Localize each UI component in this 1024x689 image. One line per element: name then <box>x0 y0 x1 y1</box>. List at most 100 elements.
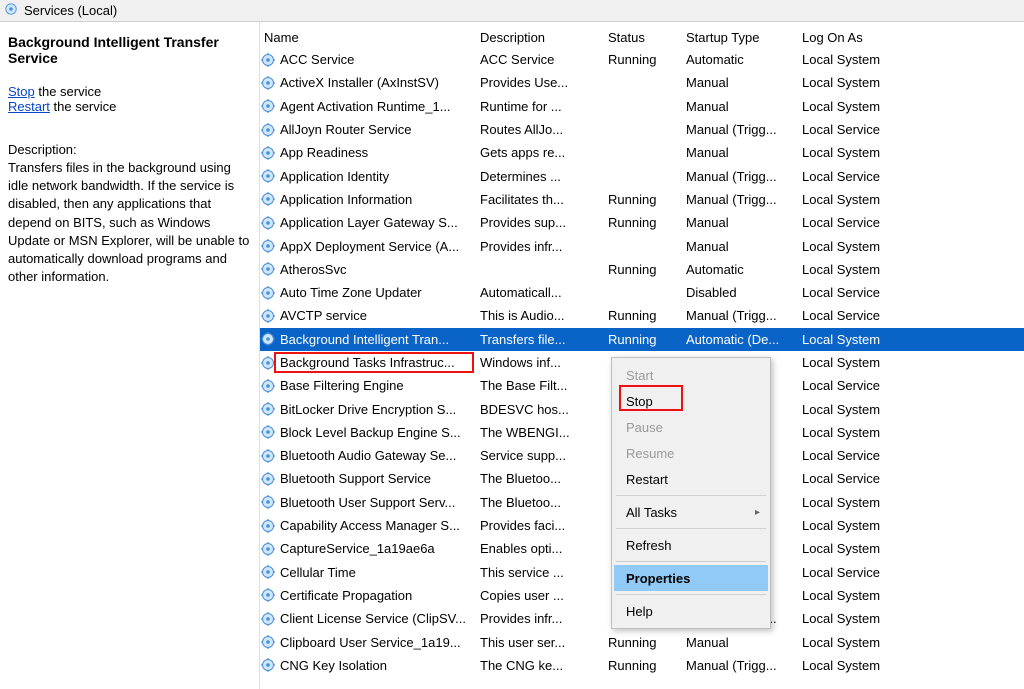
gear-icon <box>260 75 276 91</box>
submenu-arrow-icon: ▸ <box>755 507 760 518</box>
service-name: AllJoyn Router Service <box>280 122 412 137</box>
service-startup: Manual <box>686 239 802 254</box>
service-startup: Manual (Trigg... <box>686 122 802 137</box>
service-logon: Local System <box>802 239 922 254</box>
service-description: The Base Filt... <box>480 378 608 393</box>
gear-icon <box>260 564 276 580</box>
service-logon: Local System <box>802 52 922 67</box>
service-logon: Local Service <box>802 471 922 486</box>
service-name: CaptureService_1a19ae6a <box>280 541 435 556</box>
menu-help[interactable]: Help <box>614 598 768 624</box>
gear-icon <box>260 471 276 487</box>
service-row[interactable]: CNG Key IsolationThe CNG ke...RunningMan… <box>260 654 1024 677</box>
col-description[interactable]: Description <box>480 30 608 45</box>
service-row[interactable]: Application Layer Gateway S...Provides s… <box>260 211 1024 234</box>
service-startup: Manual <box>686 145 802 160</box>
service-logon: Local Service <box>802 308 922 323</box>
service-logon: Local System <box>802 635 922 650</box>
services-icon <box>4 2 18 19</box>
service-description: This user ser... <box>480 635 608 650</box>
menu-stop[interactable]: Stop <box>614 388 768 414</box>
service-startup: Manual <box>686 635 802 650</box>
service-name: Bluetooth Support Service <box>280 471 431 486</box>
gear-icon <box>260 401 276 417</box>
service-startup: Manual (Trigg... <box>686 192 802 207</box>
service-row[interactable]: ACC ServiceACC ServiceRunningAutomaticLo… <box>260 48 1024 71</box>
service-row[interactable]: Clipboard User Service_1a19...This user … <box>260 630 1024 653</box>
gear-icon <box>260 634 276 650</box>
gear-icon <box>260 261 276 277</box>
menu-all-tasks[interactable]: All Tasks ▸ <box>614 499 768 525</box>
menu-properties[interactable]: Properties <box>614 565 768 591</box>
context-menu: Start Stop Pause Resume Restart All Task… <box>611 357 771 629</box>
service-row[interactable]: Background Intelligent Tran... Transfers … <box>260 328 1024 351</box>
service-status: Running <box>608 332 686 347</box>
menu-restart[interactable]: Restart <box>614 466 768 492</box>
gear-icon <box>260 308 276 324</box>
service-name: AVCTP service <box>280 308 367 323</box>
service-startup: Manual <box>686 99 802 114</box>
service-startup: Manual <box>686 75 802 90</box>
column-headers[interactable]: Name Description Status Startup Type Log… <box>260 22 1024 48</box>
service-logon: Local System <box>802 99 922 114</box>
service-description: Service supp... <box>480 448 608 463</box>
col-logon[interactable]: Log On As <box>802 30 922 45</box>
gear-icon <box>260 285 276 301</box>
service-logon: Local System <box>802 518 922 533</box>
menu-separator <box>616 561 766 562</box>
service-status: Running <box>608 215 686 230</box>
service-row[interactable]: AllJoyn Router ServiceRoutes AllJo...Man… <box>260 118 1024 141</box>
service-logon: Local System <box>802 588 922 603</box>
service-logon: Local Service <box>802 285 922 300</box>
restart-link[interactable]: Restart <box>8 99 50 114</box>
service-logon: Local System <box>802 145 922 160</box>
service-logon: Local Service <box>802 448 922 463</box>
service-description: Transfers file... <box>480 332 608 347</box>
service-row[interactable]: AVCTP serviceThis is Audio...RunningManu… <box>260 304 1024 327</box>
service-row[interactable]: AppX Deployment Service (A...Provides in… <box>260 234 1024 257</box>
service-row[interactable]: Application IdentityDetermines ...Manual… <box>260 164 1024 187</box>
gear-icon <box>260 122 276 138</box>
service-row[interactable]: Application InformationFacilitates th...… <box>260 188 1024 211</box>
gear-icon <box>260 215 276 231</box>
service-logon: Local Service <box>802 565 922 580</box>
service-description: Gets apps re... <box>480 145 608 160</box>
service-row[interactable]: Agent Activation Runtime_1...Runtime for… <box>260 95 1024 118</box>
service-row[interactable]: App ReadinessGets apps re...ManualLocal … <box>260 141 1024 164</box>
service-logon: Local System <box>802 402 922 417</box>
menu-separator <box>616 495 766 496</box>
service-description: Provides sup... <box>480 215 608 230</box>
service-row[interactable]: ActiveX Installer (AxInstSV)Provides Use… <box>260 71 1024 94</box>
service-logon: Local System <box>802 425 922 440</box>
menu-start: Start <box>614 362 768 388</box>
service-startup: Manual (Trigg... <box>686 308 802 323</box>
service-description: Enables opti... <box>480 541 608 556</box>
panel-header: Services (Local) <box>0 0 1024 22</box>
menu-separator <box>616 528 766 529</box>
service-description: Copies user ... <box>480 588 608 603</box>
service-name: Cellular Time <box>280 565 356 580</box>
service-description: Facilitates th... <box>480 192 608 207</box>
col-status[interactable]: Status <box>608 30 686 45</box>
description-label: Description: <box>8 142 251 157</box>
service-description: The Bluetoo... <box>480 471 608 486</box>
service-logon: Local System <box>802 262 922 277</box>
menu-resume: Resume <box>614 440 768 466</box>
stop-link-suffix: the service <box>35 84 101 99</box>
menu-refresh[interactable]: Refresh <box>614 532 768 558</box>
service-logon: Local System <box>802 541 922 556</box>
gear-icon <box>260 52 276 68</box>
service-name: Background Intelligent Tran... <box>280 332 449 347</box>
service-row[interactable]: AtherosSvcRunningAutomaticLocal System <box>260 258 1024 281</box>
service-name: Background Tasks Infrastruc... <box>280 355 455 370</box>
service-logon: Local System <box>802 658 922 673</box>
service-logon: Local Service <box>802 122 922 137</box>
service-name: AppX Deployment Service (A... <box>280 239 459 254</box>
service-name: AtherosSvc <box>280 262 346 277</box>
service-startup: Manual <box>686 215 802 230</box>
service-description: The Bluetoo... <box>480 495 608 510</box>
col-startup[interactable]: Startup Type <box>686 30 802 45</box>
col-name[interactable]: Name <box>260 30 480 45</box>
stop-link[interactable]: Stop <box>8 84 35 99</box>
service-row[interactable]: Auto Time Zone UpdaterAutomaticall...Dis… <box>260 281 1024 304</box>
